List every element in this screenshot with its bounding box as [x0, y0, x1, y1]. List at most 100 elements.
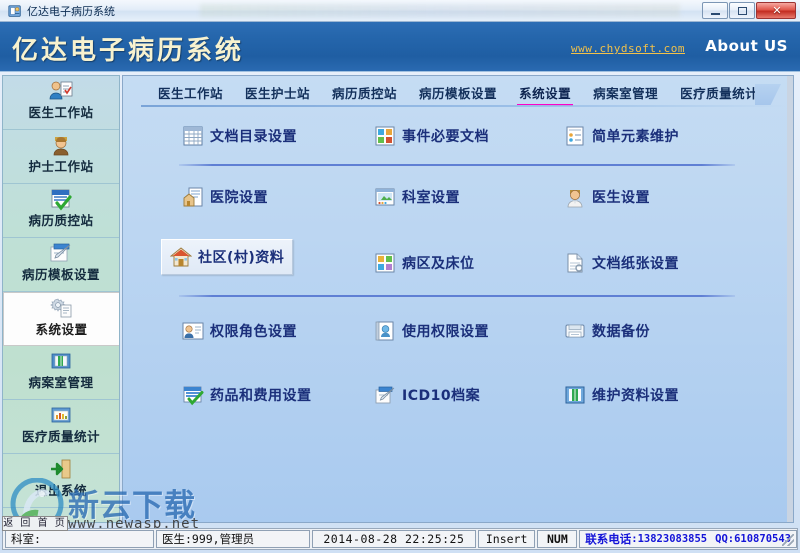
website-link[interactable]: www.chydsoft.com: [571, 42, 685, 55]
app-logo-text: 亿达电子病历系统: [12, 36, 245, 66]
contact-label: 联系电话: [585, 532, 632, 546]
sidebar-item-quality-control[interactable]: 病历质控站: [3, 184, 119, 238]
sidebar-item-label: 系统设置: [35, 322, 88, 337]
tab-label: 医疗质量统计: [680, 86, 759, 101]
menu-item-department-settings[interactable]: 科室设置: [365, 179, 469, 215]
sidebar-item-template-settings[interactable]: 病历模板设置: [3, 238, 119, 292]
sidebar-item-nurse-workstation[interactable]: 护士工作站: [3, 130, 119, 184]
tab-system-settings[interactable]: 系统设置: [508, 80, 582, 106]
tab-archive-management[interactable]: 病案室管理: [582, 80, 669, 106]
window-title: 亿达电子病历系统: [27, 5, 115, 18]
menu-item-label: 医院设置: [210, 190, 268, 206]
permission-book-icon: [374, 320, 396, 342]
menu-grid: 文档目录设置 事件必要文档 简单元素维护 医院设置 科室设置 医生设置 社区(村…: [123, 110, 793, 429]
sidebar-item-label: 病历模板设置: [21, 267, 100, 282]
status-contact-info: 联系电话 :13823083855 QQ:610870543: [579, 530, 797, 548]
sidebar-item-label: 医疗质量统计: [21, 429, 100, 444]
sidebar-item-quality-statistics[interactable]: 医疗质量统计: [3, 400, 119, 454]
menu-row: 医院设置 科室设置 医生设置: [123, 171, 793, 237]
sidebar-item-label: 医生工作站: [28, 105, 94, 120]
table-grid-icon: [182, 125, 204, 147]
tab-separator-line: [141, 105, 785, 107]
tab-label: 系统设置: [519, 86, 572, 101]
menu-item-hospital-settings[interactable]: 医院设置: [173, 179, 277, 215]
menu-item-icd10-archive[interactable]: ICD10档案: [365, 377, 489, 413]
menu-item-usage-permission-settings[interactable]: 使用权限设置: [365, 313, 498, 349]
menu-item-label: 维护资料设置: [592, 388, 679, 404]
status-department: 科室:: [5, 530, 154, 548]
tab-bar-decoration: [755, 84, 781, 105]
menu-item-label: 科室设置: [402, 190, 460, 206]
minimize-button[interactable]: [702, 2, 728, 19]
menu-item-maintenance-data-settings[interactable]: 维护资料设置: [555, 377, 688, 413]
menu-item-label: 权限角色设置: [210, 324, 297, 340]
template-icon: [3, 238, 119, 267]
menu-item-label: 使用权限设置: [402, 324, 489, 340]
menu-item-label: 医生设置: [592, 190, 650, 206]
window-controls: ✕: [701, 2, 796, 20]
tab-label: 病历质控站: [332, 86, 398, 101]
menu-item-document-catalog-settings[interactable]: 文档目录设置: [173, 118, 306, 154]
tab-label: 医生护士站: [245, 86, 311, 101]
exit-door-icon: [3, 454, 119, 483]
sidebar-item-label: 护士工作站: [28, 159, 94, 174]
section-divider: [179, 164, 735, 166]
tab-label: 病案室管理: [593, 86, 659, 101]
section-divider: [179, 295, 735, 297]
folder-book-icon: [3, 346, 119, 375]
menu-row: 药品和费用设置 ICD10档案 维护资料设置: [123, 369, 793, 429]
menu-item-community-village-data[interactable]: 社区(村)资料: [161, 239, 294, 275]
menu-item-doctor-settings[interactable]: 医生设置: [555, 179, 659, 215]
sidebar-item-label: 病案室管理: [28, 375, 94, 390]
contact-qq: QQ:610870543: [715, 533, 791, 545]
vertical-scrollbar[interactable]: [787, 76, 793, 522]
return-home-button[interactable]: 返 回 首 页: [2, 516, 68, 531]
contact-phone: :13823083855: [631, 533, 708, 545]
tab-label: 病历模板设置: [419, 86, 498, 101]
menu-item-ward-and-beds[interactable]: 病区及床位: [365, 245, 484, 281]
menu-item-label: 文档目录设置: [210, 129, 297, 145]
ward-beds-icon: [374, 252, 396, 274]
tab-template-settings[interactable]: 病历模板设置: [408, 80, 508, 106]
maximize-button[interactable]: [729, 2, 755, 19]
menu-item-label: 简单元素维护: [592, 129, 679, 145]
resize-grip[interactable]: [782, 534, 794, 546]
tab-nurse-workstation[interactable]: 医生护士站: [234, 80, 321, 106]
menu-row: 文档目录设置 事件必要文档 简单元素维护: [123, 110, 793, 171]
tab-quality-control[interactable]: 病历质控站: [321, 80, 408, 106]
close-button[interactable]: ✕: [756, 2, 796, 19]
menu-item-label: 社区(村)资料: [198, 250, 285, 266]
sidebar-item-system-settings[interactable]: 系统设置: [3, 292, 119, 346]
sidebar-item-doctor-workstation[interactable]: 医生工作站: [3, 76, 119, 130]
app-icon: [8, 5, 21, 17]
sidebar-item-label: 退出系统: [34, 483, 87, 498]
department-window-icon: [374, 186, 396, 208]
menu-item-label: 数据备份: [592, 324, 650, 340]
tab-label: 医生工作站: [158, 86, 224, 101]
tab-quality-statistics[interactable]: 医疗质量统计: [669, 80, 769, 106]
sidebar-item-exit[interactable]: 退出系统: [3, 454, 119, 508]
status-bar: 科室: 医生:999,管理员 2014-08-28 22:25:25 Inser…: [2, 528, 798, 550]
about-us-link[interactable]: About US: [705, 37, 788, 55]
backup-disk-icon: [564, 320, 586, 342]
sidebar-item-archive-management[interactable]: 病案室管理: [3, 346, 119, 400]
sidebar-item-label: 病历质控站: [28, 213, 94, 228]
doctor-icon: [3, 76, 119, 105]
tab-bar: 医生工作站 医生护士站 病历质控站 病历模板设置 系统设置 病案室管理 医疗质量…: [123, 80, 793, 107]
menu-item-document-paper-settings[interactable]: 文档纸张设置: [555, 245, 688, 281]
paper-page-icon: [564, 252, 586, 274]
menu-item-label: 药品和费用设置: [210, 388, 312, 404]
menu-item-event-required-documents[interactable]: 事件必要文档: [365, 118, 498, 154]
chart-folder-icon: [3, 400, 119, 429]
menu-item-data-backup[interactable]: 数据备份: [555, 313, 659, 349]
title-bar: 亿达电子病历系统 ✕: [0, 0, 800, 22]
close-icon: ✕: [772, 4, 782, 17]
content-panel: 医生工作站 医生护士站 病历质控站 病历模板设置 系统设置 病案室管理 医疗质量…: [122, 75, 794, 523]
tab-doctor-workstation[interactable]: 医生工作站: [147, 80, 234, 106]
menu-item-simple-element-maintenance[interactable]: 简单元素维护: [555, 118, 688, 154]
header-banner: 亿达电子病历系统 www.chydsoft.com About US: [0, 22, 800, 72]
menu-item-drug-and-fee-settings[interactable]: 药品和费用设置: [173, 377, 321, 413]
application-window: 亿达电子病历系统 ✕ 亿达电子病历系统 www.chydsoft.com Abo…: [0, 0, 800, 553]
tab-list: 医生工作站 医生护士站 病历质控站 病历模板设置 系统设置 病案室管理 医疗质量…: [147, 80, 769, 106]
menu-item-role-permission-settings[interactable]: 权限角色设置: [173, 313, 306, 349]
